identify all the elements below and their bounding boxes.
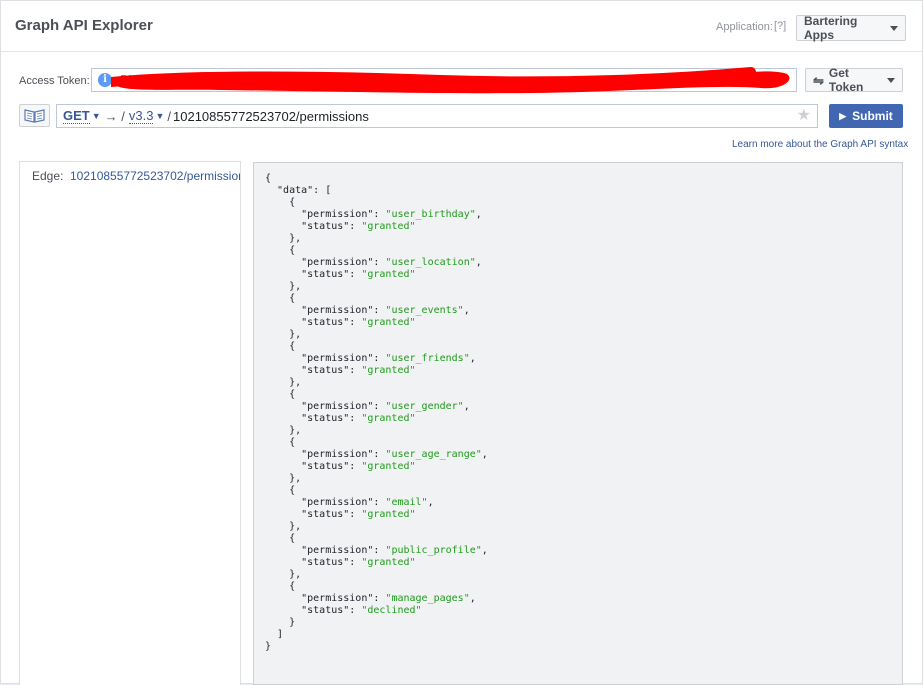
- application-help-link[interactable]: [?]: [774, 20, 786, 32]
- edge-link[interactable]: 10210855772523702/permissions: [70, 169, 240, 183]
- status-value: "granted": [361, 413, 416, 424]
- status-value: "granted": [361, 509, 416, 520]
- application-label: Application:: [716, 21, 773, 33]
- version-caret-icon[interactable]: ▼: [155, 111, 164, 121]
- get-token-label: Get Token: [828, 66, 864, 94]
- edge-sidebar: Edge: 10210855772523702/permissions: [19, 161, 241, 685]
- chevron-down-icon: [890, 25, 898, 31]
- permission-value: "email": [385, 497, 428, 508]
- permission-value: "user_location": [385, 257, 476, 268]
- status-value: "granted": [361, 461, 416, 472]
- method-caret-icon[interactable]: ▼: [92, 111, 101, 121]
- path-arrow: → /: [104, 108, 125, 124]
- star-icon[interactable]: ★: [797, 108, 811, 124]
- play-icon: ▶: [839, 110, 847, 121]
- swap-arrows-icon: ⇋: [813, 72, 824, 88]
- application-dropdown[interactable]: Bartering Apps: [796, 14, 906, 42]
- open-book-button[interactable]: [19, 104, 50, 127]
- query-input[interactable]: GET ▼ → / v3.3 ▼ / 10210855772523702/per…: [56, 104, 818, 128]
- query-path[interactable]: 10210855772523702/permissions: [173, 109, 369, 124]
- header: Graph API Explorer Application: [?] Bart…: [1, 1, 922, 52]
- status-value: "granted": [361, 557, 416, 568]
- permission-value: "user_birthday": [385, 209, 476, 220]
- permission-value: "manage_pages": [385, 593, 470, 604]
- permission-value: "user_friends": [385, 353, 470, 364]
- status-value: "granted": [361, 317, 416, 328]
- response-pane: { "data": [ { "permission": "user_birthd…: [253, 162, 903, 685]
- graph-api-explorer-panel: Graph API Explorer Application: [?] Bart…: [0, 0, 923, 685]
- submit-label: Submit: [852, 109, 893, 123]
- page-title: Graph API Explorer: [15, 17, 153, 34]
- open-book-icon: [24, 109, 45, 123]
- submit-button[interactable]: ▶ Submit: [829, 104, 903, 128]
- path-slash: /: [167, 108, 172, 124]
- chevron-down-icon: [887, 77, 895, 83]
- application-name: Bartering Apps: [804, 14, 858, 42]
- get-token-button[interactable]: ⇋ Get Token: [805, 66, 903, 94]
- method-select[interactable]: GET: [63, 108, 90, 124]
- permission-value: "user_age_range": [385, 449, 482, 460]
- status-value: "declined": [361, 605, 422, 616]
- info-icon[interactable]: i: [98, 73, 112, 87]
- version-select[interactable]: v3.3: [128, 108, 154, 124]
- access-token-input[interactable]: i EAAHSPZMC...PAIM...RO...: [91, 68, 797, 92]
- json-response: { "data": [ { "permission": "user_birthd…: [265, 173, 488, 652]
- access-token-label: Access Token:: [19, 75, 90, 87]
- permission-value: "user_gender": [385, 401, 464, 412]
- learn-more-link[interactable]: Learn more about the Graph API syntax: [732, 139, 908, 150]
- access-token-value: EAAHSPZMC...PAIM...RO...: [120, 73, 279, 86]
- status-value: "granted": [361, 269, 416, 280]
- permission-value: "public_profile": [385, 545, 482, 556]
- status-value: "granted": [361, 221, 416, 232]
- status-value: "granted": [361, 365, 416, 376]
- edge-label: Edge:: [32, 169, 64, 183]
- permission-value: "user_events": [385, 305, 464, 316]
